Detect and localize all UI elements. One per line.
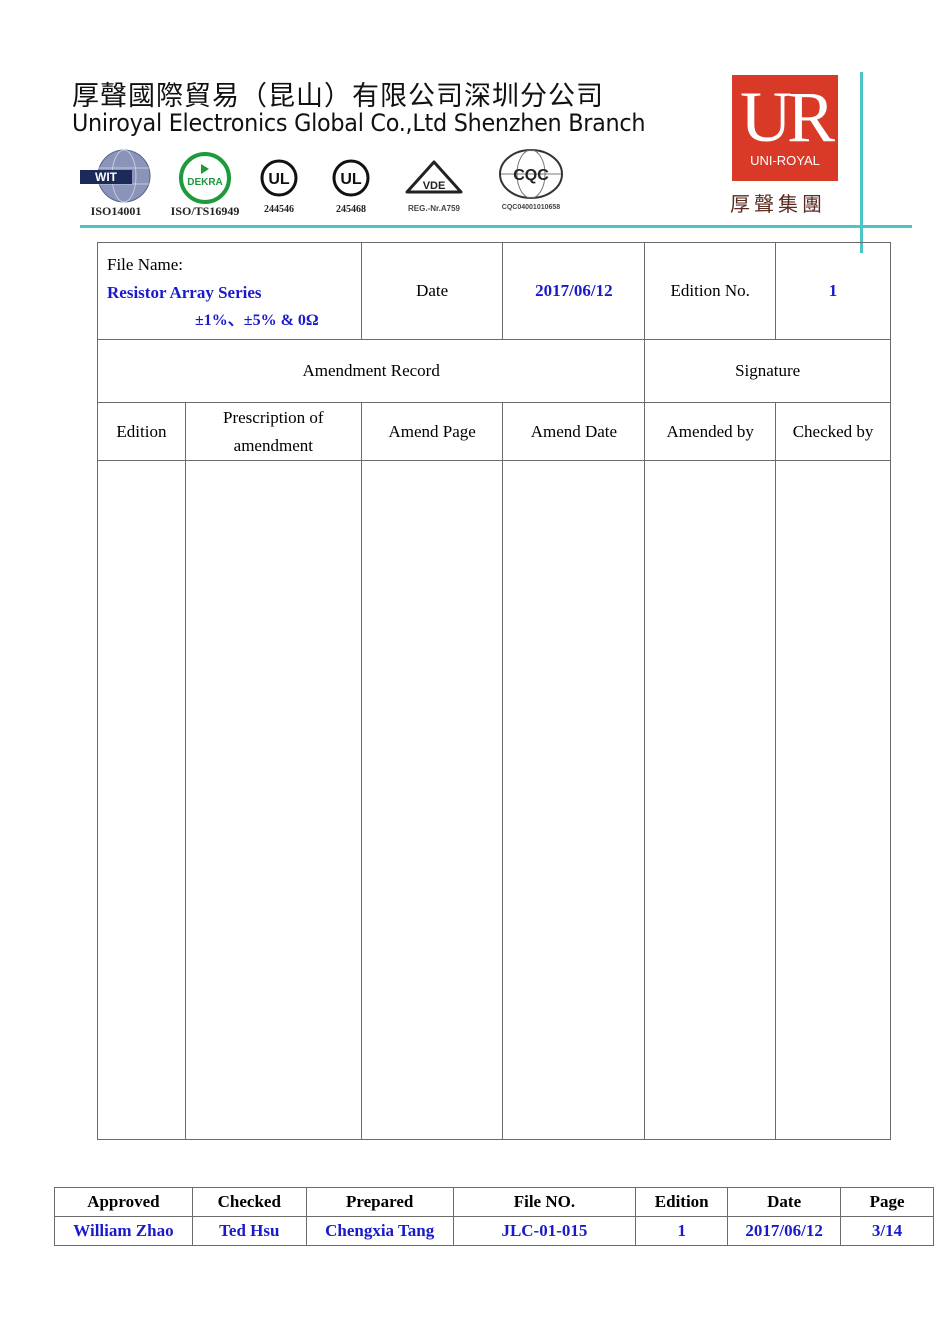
- logo-mark: UR: [739, 77, 835, 157]
- record-cell: [360, 460, 504, 1140]
- empty-record-row: [97, 460, 891, 1140]
- cert-label: REG.-Nr.A759: [407, 204, 461, 213]
- vde-icon: VDE: [405, 160, 463, 194]
- footer-table: Approved Checked Prepared File NO. Editi…: [54, 1187, 934, 1246]
- edition-value: 1: [775, 242, 891, 340]
- file-name-cell: File Name: Resistor Array Series ±1%、±5%…: [97, 242, 362, 340]
- header-divider-vertical: [860, 72, 863, 253]
- cert-label: ISO14001: [90, 204, 142, 218]
- company-name-english: Uniroyal Electronics Global Co.,Ltd Shen…: [72, 109, 646, 137]
- svg-text:VDE: VDE: [423, 180, 446, 192]
- col-amend-page: Amend Page: [360, 402, 504, 461]
- footer-date: 2017/06/12: [727, 1216, 842, 1246]
- amendment-table: File Name: Resistor Array Series ±1%、±5%…: [96, 242, 891, 1140]
- ul-icon: UL: [332, 159, 370, 197]
- logo-brand: UNI-ROYAL: [750, 153, 820, 168]
- footer-header-checked: Checked: [191, 1187, 307, 1217]
- cert-vde: VDE REG.-Nr.A759: [401, 146, 467, 213]
- edition-label: Edition No.: [644, 242, 777, 340]
- cqc-icon: CQC: [499, 149, 563, 199]
- svg-text:DEKRA: DEKRA: [187, 177, 223, 188]
- file-name-label: File Name:: [107, 255, 184, 274]
- logo-group-chinese: 厚聲集團: [730, 192, 826, 216]
- file-name-tolerance: ±1%、±5% & 0Ω: [195, 312, 319, 329]
- footer-header-prepared: Prepared: [305, 1187, 454, 1217]
- col-prescription: Prescription of amendment: [184, 402, 362, 461]
- uniroyal-logo: UR UNI-ROYAL: [732, 75, 838, 181]
- footer-header-edition: Edition: [635, 1187, 729, 1217]
- signature-title: Signature: [644, 339, 891, 403]
- cert-iso-ts16949: DEKRA ISO/TS16949: [171, 146, 239, 218]
- checked-by: Ted Hsu: [191, 1216, 307, 1246]
- record-cell: [502, 460, 646, 1140]
- cert-cqc: CQC CQC04001010658: [496, 146, 566, 211]
- cert-label: 244546: [264, 204, 294, 215]
- col-edition: Edition: [97, 402, 186, 461]
- cert-label: CQC04001010658: [501, 204, 561, 211]
- amendment-record-title: Amendment Record: [96, 339, 646, 403]
- date-label: Date: [360, 242, 504, 340]
- date-value: 2017/06/12: [502, 242, 646, 340]
- file-number: JLC-01-015: [452, 1216, 637, 1246]
- svg-text:CQC: CQC: [513, 167, 549, 184]
- dekra-icon: DEKRA: [179, 152, 231, 204]
- footer-value-row: William Zhao Ted Hsu Chengxia Tang JLC-0…: [54, 1216, 934, 1246]
- approved-by: William Zhao: [54, 1216, 193, 1246]
- col-amended-by: Amended by: [644, 402, 777, 461]
- record-cell: [184, 460, 362, 1140]
- cert-label: 245468: [336, 204, 366, 215]
- footer-edition: 1: [635, 1216, 729, 1246]
- record-cell: [775, 460, 891, 1140]
- section-title-row: Amendment Record Signature: [96, 339, 891, 403]
- ul-icon: UL: [260, 159, 298, 197]
- footer-header-date: Date: [727, 1187, 842, 1217]
- globe-wit-icon: WIT: [80, 149, 151, 203]
- cert-iso14001: WIT ISO14001: [78, 146, 154, 218]
- record-cell: [644, 460, 777, 1140]
- file-info-row: File Name: Resistor Array Series ±1%、±5%…: [97, 242, 891, 340]
- header-divider-horizontal: [80, 225, 912, 228]
- svg-text:UL: UL: [340, 171, 362, 188]
- cert-label: ISO/TS16949: [170, 204, 240, 218]
- footer-header-file-no: File NO.: [452, 1187, 637, 1217]
- svg-text:UL: UL: [268, 171, 290, 188]
- svg-text:WIT: WIT: [95, 170, 118, 184]
- col-checked-by: Checked by: [775, 402, 891, 461]
- file-name-value: Resistor Array Series: [107, 283, 262, 302]
- col-amend-date: Amend Date: [502, 402, 646, 461]
- prepared-by: Chengxia Tang: [305, 1216, 454, 1246]
- cert-ul-244546: UL 244546: [259, 146, 299, 215]
- company-name-chinese: 厚聲國際貿易（昆山）有限公司深圳分公司: [72, 81, 604, 112]
- footer-header-page: Page: [840, 1187, 934, 1217]
- footer-header-approved: Approved: [54, 1187, 193, 1217]
- column-header-row: Edition Prescription of amendment Amend …: [97, 402, 891, 461]
- footer-header-row: Approved Checked Prepared File NO. Editi…: [54, 1187, 934, 1217]
- record-cell: [97, 460, 186, 1140]
- page-number: 3/14: [840, 1216, 934, 1246]
- cert-ul-245468: UL 245468: [331, 146, 371, 215]
